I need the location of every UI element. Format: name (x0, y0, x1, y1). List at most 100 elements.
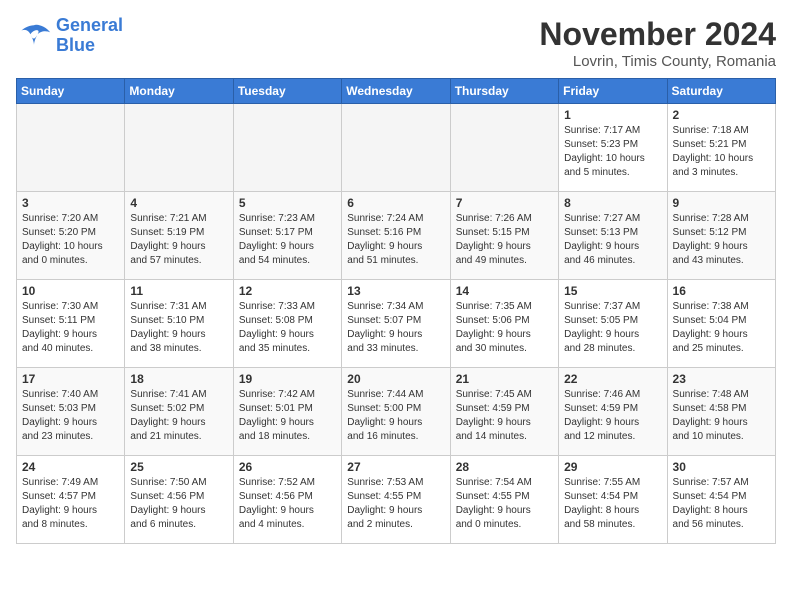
day-info: Sunrise: 7:41 AM Sunset: 5:02 PM Dayligh… (130, 388, 227, 444)
calendar-table: SundayMondayTuesdayWednesdayThursdayFrid… (16, 78, 776, 544)
day-number: 5 (239, 196, 336, 210)
day-number: 13 (347, 284, 444, 298)
calendar-cell: 20 Sunrise: 7:44 AM Sunset: 5:00 PM Dayli… (342, 368, 450, 456)
calendar-cell: 23Sunrise: 7:48 AM Sunset: 4:58 PM Dayli… (667, 368, 775, 456)
day-number: 8 (564, 196, 661, 210)
weekday-header: Saturday (667, 79, 775, 104)
calendar-cell: 30Sunrise: 7:57 AM Sunset: 4:54 PM Dayli… (667, 456, 775, 544)
calendar-cell: 28 Sunrise: 7:54 AM Sunset: 4:55 PM Dayli… (450, 456, 558, 544)
day-number: 7 (456, 196, 553, 210)
calendar-cell: 2 Sunrise: 7:18 AM Sunset: 5:21 PM Daylig… (667, 104, 775, 192)
day-number: 30 (673, 460, 770, 474)
calendar-cell (450, 104, 558, 192)
day-number: 14 (456, 284, 553, 298)
day-info: Sunrise: 7:33 AM Sunset: 5:08 PM Dayligh… (239, 300, 336, 356)
calendar-cell: 6 Sunrise: 7:24 AM Sunset: 5:16 PM Daylig… (342, 192, 450, 280)
calendar-week-row: 1 Sunrise: 7:17 AM Sunset: 5:23 PM Daylig… (17, 104, 776, 192)
day-info: Sunrise: 7:54 AM Sunset: 4:55 PM Dayligh… (456, 476, 553, 532)
calendar-cell: 4 Sunrise: 7:21 AM Sunset: 5:19 PM Daylig… (125, 192, 233, 280)
day-info: Sunrise: 7:45 AM Sunset: 4:59 PM Dayligh… (456, 388, 553, 444)
day-number: 9 (673, 196, 770, 210)
day-info: Sunrise: 7:35 AM Sunset: 5:06 PM Dayligh… (456, 300, 553, 356)
weekday-header: Sunday (17, 79, 125, 104)
title-block: November 2024 Lovrin, Timis County, Roma… (539, 16, 776, 70)
calendar-cell (125, 104, 233, 192)
calendar-week-row: 17 Sunrise: 7:40 AM Sunset: 5:03 PM Dayli… (17, 368, 776, 456)
day-number: 22 (564, 372, 661, 386)
calendar-cell (17, 104, 125, 192)
calendar-header-row: SundayMondayTuesdayWednesdayThursdayFrid… (17, 79, 776, 104)
calendar-cell: 24 Sunrise: 7:49 AM Sunset: 4:57 PM Dayli… (17, 456, 125, 544)
logo-text: General Blue (56, 16, 123, 56)
calendar-cell: 3Sunrise: 7:20 AM Sunset: 5:20 PM Daylig… (17, 192, 125, 280)
calendar-cell: 16 Sunrise: 7:38 AM Sunset: 5:04 PM Dayli… (667, 280, 775, 368)
day-number: 25 (130, 460, 227, 474)
day-number: 2 (673, 108, 770, 122)
day-info: Sunrise: 7:28 AM Sunset: 5:12 PM Dayligh… (673, 212, 770, 268)
weekday-header: Tuesday (233, 79, 341, 104)
month-title: November 2024 (539, 16, 776, 53)
calendar-cell: 29 Sunrise: 7:55 AM Sunset: 4:54 PM Dayli… (559, 456, 667, 544)
calendar-cell: 22 Sunrise: 7:46 AM Sunset: 4:59 PM Dayli… (559, 368, 667, 456)
calendar-cell: 15Sunrise: 7:37 AM Sunset: 5:05 PM Dayli… (559, 280, 667, 368)
day-number: 10 (22, 284, 119, 298)
day-number: 23 (673, 372, 770, 386)
calendar-cell: 5 Sunrise: 7:23 AM Sunset: 5:17 PM Daylig… (233, 192, 341, 280)
calendar-cell: 21 Sunrise: 7:45 AM Sunset: 4:59 PM Dayli… (450, 368, 558, 456)
day-number: 24 (22, 460, 119, 474)
calendar-week-row: 10Sunrise: 7:30 AM Sunset: 5:11 PM Dayli… (17, 280, 776, 368)
logo: General Blue (16, 16, 123, 56)
day-info: Sunrise: 7:34 AM Sunset: 5:07 PM Dayligh… (347, 300, 444, 356)
day-info: Sunrise: 7:50 AM Sunset: 4:56 PM Dayligh… (130, 476, 227, 532)
day-number: 3 (22, 196, 119, 210)
calendar-cell: 11 Sunrise: 7:31 AM Sunset: 5:10 PM Dayli… (125, 280, 233, 368)
day-info: Sunrise: 7:26 AM Sunset: 5:15 PM Dayligh… (456, 212, 553, 268)
day-info: Sunrise: 7:38 AM Sunset: 5:04 PM Dayligh… (673, 300, 770, 356)
day-info: Sunrise: 7:40 AM Sunset: 5:03 PM Dayligh… (22, 388, 119, 444)
day-info: Sunrise: 7:44 AM Sunset: 5:00 PM Dayligh… (347, 388, 444, 444)
day-info: Sunrise: 7:21 AM Sunset: 5:19 PM Dayligh… (130, 212, 227, 268)
day-info: Sunrise: 7:31 AM Sunset: 5:10 PM Dayligh… (130, 300, 227, 356)
calendar-week-row: 3Sunrise: 7:20 AM Sunset: 5:20 PM Daylig… (17, 192, 776, 280)
day-info: Sunrise: 7:23 AM Sunset: 5:17 PM Dayligh… (239, 212, 336, 268)
day-number: 18 (130, 372, 227, 386)
day-info: Sunrise: 7:37 AM Sunset: 5:05 PM Dayligh… (564, 300, 661, 356)
weekday-header: Thursday (450, 79, 558, 104)
weekday-header: Monday (125, 79, 233, 104)
day-number: 27 (347, 460, 444, 474)
calendar-cell: 10Sunrise: 7:30 AM Sunset: 5:11 PM Dayli… (17, 280, 125, 368)
day-info: Sunrise: 7:18 AM Sunset: 5:21 PM Dayligh… (673, 124, 770, 180)
calendar-cell: 14 Sunrise: 7:35 AM Sunset: 5:06 PM Dayli… (450, 280, 558, 368)
day-info: Sunrise: 7:49 AM Sunset: 4:57 PM Dayligh… (22, 476, 119, 532)
day-number: 16 (673, 284, 770, 298)
calendar-cell: 26Sunrise: 7:52 AM Sunset: 4:56 PM Dayli… (233, 456, 341, 544)
calendar-cell: 9 Sunrise: 7:28 AM Sunset: 5:12 PM Daylig… (667, 192, 775, 280)
logo-icon (16, 21, 52, 51)
calendar-cell: 12 Sunrise: 7:33 AM Sunset: 5:08 PM Dayli… (233, 280, 341, 368)
location-subtitle: Lovrin, Timis County, Romania (539, 53, 776, 70)
day-number: 12 (239, 284, 336, 298)
day-number: 21 (456, 372, 553, 386)
day-info: Sunrise: 7:42 AM Sunset: 5:01 PM Dayligh… (239, 388, 336, 444)
day-number: 19 (239, 372, 336, 386)
day-info: Sunrise: 7:55 AM Sunset: 4:54 PM Dayligh… (564, 476, 661, 532)
day-number: 17 (22, 372, 119, 386)
calendar-cell: 17 Sunrise: 7:40 AM Sunset: 5:03 PM Dayli… (17, 368, 125, 456)
day-number: 6 (347, 196, 444, 210)
day-info: Sunrise: 7:46 AM Sunset: 4:59 PM Dayligh… (564, 388, 661, 444)
calendar-cell (233, 104, 341, 192)
day-number: 28 (456, 460, 553, 474)
day-info: Sunrise: 7:53 AM Sunset: 4:55 PM Dayligh… (347, 476, 444, 532)
day-info: Sunrise: 7:24 AM Sunset: 5:16 PM Dayligh… (347, 212, 444, 268)
calendar-week-row: 24 Sunrise: 7:49 AM Sunset: 4:57 PM Dayli… (17, 456, 776, 544)
calendar-cell: 1 Sunrise: 7:17 AM Sunset: 5:23 PM Daylig… (559, 104, 667, 192)
day-info: Sunrise: 7:17 AM Sunset: 5:23 PM Dayligh… (564, 124, 661, 180)
day-number: 1 (564, 108, 661, 122)
day-number: 11 (130, 284, 227, 298)
day-number: 4 (130, 196, 227, 210)
calendar-cell: 13 Sunrise: 7:34 AM Sunset: 5:07 PM Dayli… (342, 280, 450, 368)
day-number: 20 (347, 372, 444, 386)
day-number: 29 (564, 460, 661, 474)
calendar-cell: 18 Sunrise: 7:41 AM Sunset: 5:02 PM Dayli… (125, 368, 233, 456)
calendar-cell (342, 104, 450, 192)
